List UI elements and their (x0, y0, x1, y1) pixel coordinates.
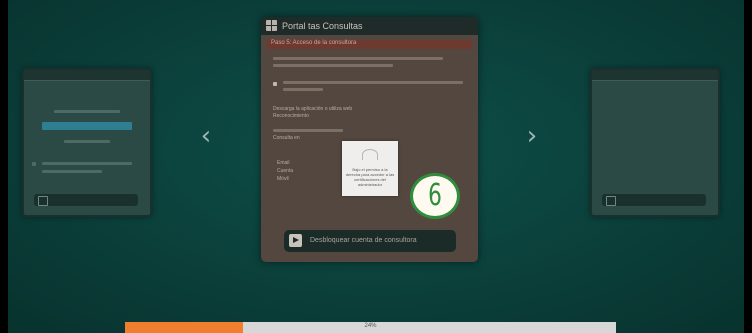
next-step-preview[interactable] (590, 68, 720, 217)
tutorial-card: Portal tas Consultas Paso 5: Acceso de l… (261, 17, 478, 262)
card-header: Portal tas Consultas (261, 17, 478, 35)
sketch-drawing (362, 149, 378, 160)
bullet (273, 82, 277, 86)
progress-label: 24% (364, 323, 377, 329)
preview-text-line (42, 162, 132, 165)
preview-header (24, 70, 150, 81)
body-text: Consulta en (273, 135, 300, 141)
step-number-badge: 6 (410, 173, 460, 219)
list-item: Cuenta (277, 168, 294, 174)
preview-button-icon (606, 196, 616, 206)
preview-bullet (32, 162, 36, 166)
step-number: 6 (428, 178, 442, 213)
preview-text-line (64, 140, 110, 143)
play-icon (289, 234, 302, 247)
preview-highlight-bar (42, 122, 132, 130)
preview-button (602, 194, 706, 206)
chevron-left-icon[interactable]: ‹ (199, 123, 213, 149)
body-text-line (273, 64, 393, 67)
action-button-label: Desbloquear cuenta de consultora (310, 237, 417, 244)
preview-button (34, 194, 138, 206)
unlock-account-button[interactable]: Desbloquear cuenta de consultora (284, 230, 456, 252)
body-text-line (273, 57, 443, 60)
body-text-line (283, 88, 323, 91)
body-text-line (283, 81, 463, 84)
section-heading-bar: Paso 5: Acceso de la consultora (267, 40, 472, 49)
grid-icon (266, 20, 277, 31)
illustration-image: Bajo el permiso a la derecha para accede… (342, 141, 398, 196)
preview-header (592, 70, 718, 81)
chevron-right-icon[interactable]: › (525, 123, 539, 149)
card-title: Portal tas Consultas (282, 21, 363, 31)
body-text-line (273, 129, 343, 132)
preview-button-icon (38, 196, 48, 206)
illustration-caption: Bajo el permiso a la derecha para accede… (345, 167, 395, 187)
preview-text-line (42, 170, 102, 173)
section-title: Paso 5: Acceso de la consultora (271, 40, 357, 46)
progress-bar: 24% (125, 322, 616, 333)
preview-text-line (54, 110, 120, 113)
list-item: Email (277, 160, 290, 166)
body-text: Reconocimiento (273, 113, 309, 119)
previous-step-preview[interactable] (22, 68, 152, 217)
list-item: Móvil (277, 176, 289, 182)
body-text: Descarga la aplicación o utiliza web (273, 106, 353, 112)
